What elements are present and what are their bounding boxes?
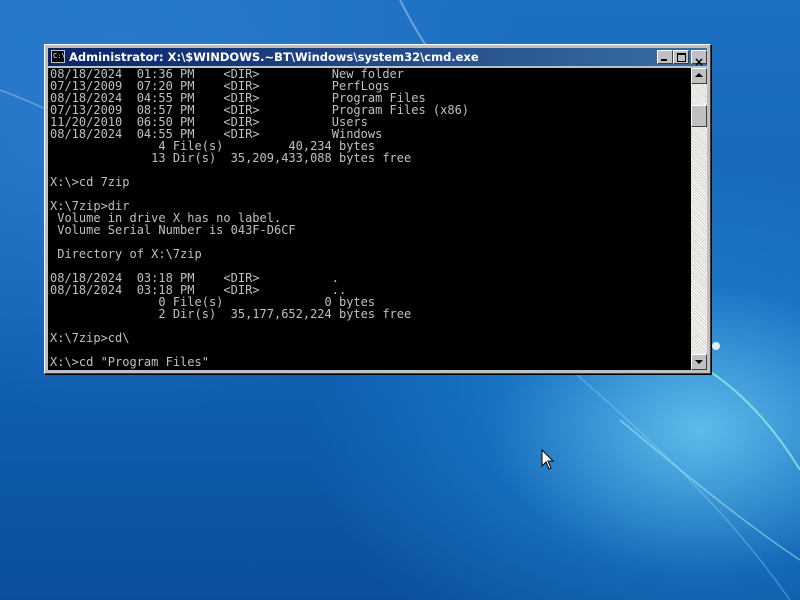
vertical-scrollbar[interactable]	[691, 68, 707, 370]
close-icon[interactable]: ×	[691, 50, 707, 68]
console-line: X:\7zip>cd\	[50, 331, 130, 345]
arrow-down-icon[interactable]	[691, 354, 707, 370]
console-output[interactable]: 08/18/2024 01:36 PM <DIR> New folder 07/1…	[48, 68, 691, 370]
cmd-icon[interactable]: C:\	[51, 50, 65, 63]
maximize-icon[interactable]	[673, 50, 689, 64]
console-line: 13 Dir(s) 35,209,433,088 bytes free	[50, 151, 412, 165]
minimize-icon[interactable]	[657, 50, 673, 64]
window-titlebar[interactable]: C:\ Administrator: X:\$WINDOWS.~BT\Windo…	[48, 48, 707, 68]
console-line: Volume Serial Number is 043F-D6CF	[50, 223, 296, 237]
close-glyph: ×	[693, 55, 705, 69]
mouse-pointer-icon	[541, 449, 555, 470]
console-line: 2 Dir(s) 35,177,652,224 bytes free	[50, 307, 412, 321]
arrow-up-icon[interactable]	[691, 68, 707, 84]
console-line: Directory of X:\7zip	[50, 247, 202, 261]
window-title: Administrator: X:\$WINDOWS.~BT\Windows\s…	[69, 50, 479, 64]
console-text: 08/18/2024 01:36 PM <DIR> New folder 07/1…	[50, 68, 469, 368]
console-line: X:\>cd 7zip	[50, 175, 130, 189]
cmd-window[interactable]: C:\ Administrator: X:\$WINDOWS.~BT\Windo…	[44, 44, 711, 374]
scrollbar-thumb[interactable]	[691, 105, 707, 127]
console-line: X:\>cd "Program Files"	[50, 355, 209, 369]
